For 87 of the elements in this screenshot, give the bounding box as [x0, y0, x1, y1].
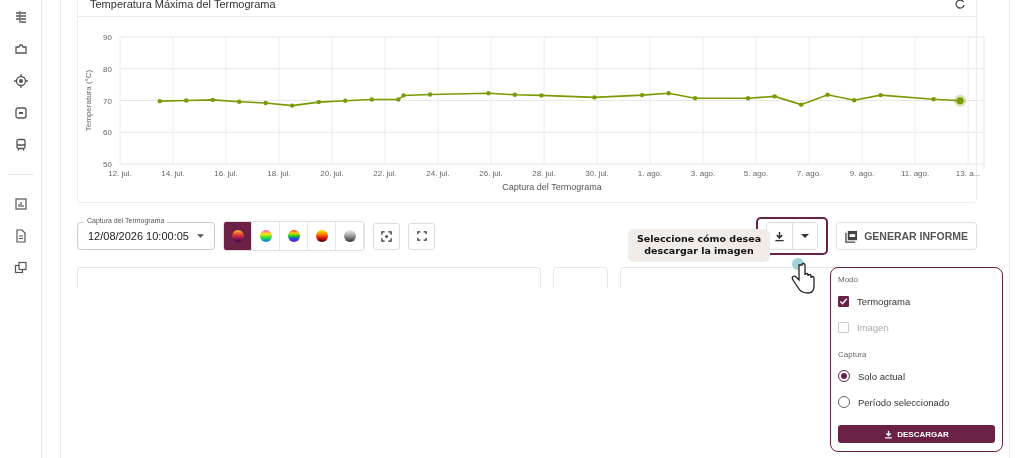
- x-axis-title: Captura del Termograma: [502, 182, 602, 192]
- y-tick-label: 60: [103, 128, 112, 138]
- x-tick-label: 12. jul.: [108, 169, 132, 178]
- option-label: Solo actual: [858, 370, 905, 382]
- data-point: [825, 92, 830, 97]
- card-title: Temperatura Máxima del Termograma: [90, 0, 276, 10]
- camera-icon[interactable]: [13, 42, 28, 56]
- generate-report-button[interactable]: GENERAR INFORME: [836, 222, 977, 250]
- data-point: [851, 98, 857, 103]
- copy-icon[interactable]: [13, 261, 28, 275]
- checkbox[interactable]: [838, 295, 849, 307]
- fullscreen-button[interactable]: [408, 222, 435, 250]
- data-point: [369, 97, 374, 102]
- x-tick-label: 7. ago.: [796, 169, 822, 178]
- x-tick-label: 20. jul.: [320, 169, 344, 178]
- data-point: [512, 92, 518, 97]
- data-point: [263, 100, 268, 106]
- data-point: [210, 97, 215, 103]
- fullscreen-icon: [416, 231, 427, 241]
- chart-icon[interactable]: [13, 197, 28, 211]
- download-submit-button[interactable]: DESCARGAR: [838, 425, 995, 443]
- radio-option[interactable]: Solo actual: [838, 363, 995, 389]
- y-tick-label: 90: [103, 33, 112, 42]
- bus-icon[interactable]: [13, 138, 28, 152]
- data-point: [184, 98, 189, 103]
- x-tick-label: 18. jul.: [267, 169, 291, 178]
- data-point: [692, 96, 698, 101]
- x-tick-label: 11. ago.: [900, 169, 930, 178]
- checkbox-option[interactable]: Termograma: [838, 288, 995, 314]
- y-tick-label: 80: [103, 64, 112, 74]
- download-icon: [884, 429, 894, 439]
- section-heading: Modo: [838, 275, 859, 284]
- target-icon[interactable]: [13, 74, 28, 88]
- caret-icon: [801, 234, 810, 238]
- palette-button[interactable]: [224, 222, 252, 250]
- data-point: [772, 94, 777, 99]
- focus-button[interactable]: [373, 222, 400, 250]
- tooltip: Seleccione cómo desea descargar la imagen: [628, 229, 770, 262]
- data-point: [343, 98, 348, 103]
- document-icon[interactable]: [13, 229, 28, 243]
- option-label: Imagen: [857, 321, 889, 333]
- x-tick-label: 9. ago.: [849, 169, 875, 178]
- x-tick-label: 3. ago.: [690, 169, 716, 178]
- x-tick-label: 13. a...: [955, 169, 981, 178]
- data-point: [639, 92, 645, 98]
- y-tick-label: 70: [103, 96, 112, 106]
- option-label: Período seleccionado: [858, 396, 950, 408]
- refresh-icon[interactable]: [954, 0, 966, 10]
- radio-option[interactable]: Período seleccionado: [838, 389, 995, 415]
- data-point: [290, 103, 295, 108]
- device-icon[interactable]: [13, 106, 28, 120]
- data-point: [592, 95, 597, 100]
- x-tick-label: 16. jul.: [214, 169, 238, 178]
- palette-icon: [231, 230, 244, 242]
- data-point: [878, 92, 883, 98]
- x-tick-label: 22. jul.: [373, 169, 397, 178]
- x-tick-label: 30. jul.: [585, 169, 609, 178]
- download-icon: [774, 230, 786, 242]
- palette-icon: [259, 230, 272, 242]
- field-value: 12/08/2026 10:00:05: [88, 230, 190, 242]
- x-tick-label: 1. ago.: [637, 169, 663, 178]
- y-tick-label: 50: [103, 160, 112, 169]
- x-tick-label: 14. jul.: [161, 169, 185, 178]
- option-label: Termograma: [857, 295, 911, 307]
- data-point: [666, 91, 671, 96]
- focus-icon: [381, 230, 392, 242]
- data-point: [427, 92, 433, 97]
- section-heading: Captura: [838, 350, 868, 359]
- x-tick-label: 5. ago.: [743, 169, 769, 178]
- palette-icon: [343, 230, 356, 242]
- caret-icon: [197, 234, 204, 238]
- data-point: [157, 98, 162, 104]
- palette-icon: [315, 230, 328, 242]
- data-point: [486, 91, 491, 96]
- data-point: [931, 97, 936, 102]
- y-axis-title: Temperatura (°C): [84, 69, 93, 132]
- data-point: [798, 102, 804, 107]
- pdf-icon: [845, 229, 859, 243]
- palette-icon: [287, 230, 300, 242]
- x-tick-label: 26. jul.: [479, 169, 503, 178]
- data-point: [237, 99, 242, 104]
- data-point: [316, 99, 321, 105]
- x-tick-label: 24. jul.: [426, 169, 450, 178]
- x-tick-label: 28. jul.: [532, 169, 556, 178]
- tree-icon[interactable]: [13, 10, 28, 24]
- data-point: [745, 96, 751, 101]
- data-point: [539, 93, 544, 98]
